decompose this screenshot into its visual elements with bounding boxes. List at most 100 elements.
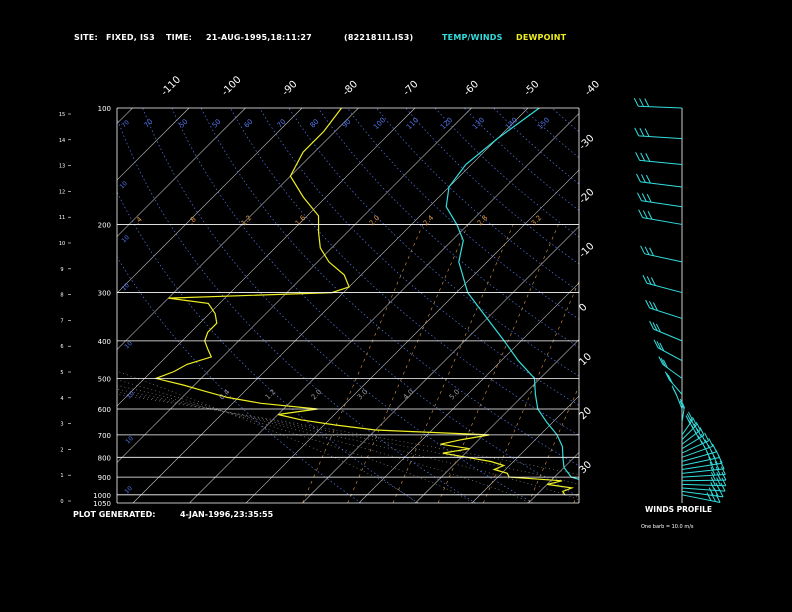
dry-adiabat-side-label: 10 — [118, 180, 128, 190]
pressure-tick-label: 100 — [98, 105, 111, 113]
pressure-tick-label: 1050 — [93, 500, 111, 508]
temp-tick-right: -10 — [577, 241, 596, 260]
mixing-ratio-label: 2.0 — [368, 214, 382, 228]
wind-barb-staff — [649, 307, 683, 319]
wind-barb-flag — [672, 387, 678, 396]
dry-adiabat-line — [522, 108, 579, 159]
wind-barb-staff — [640, 181, 683, 188]
pressure-tick-label: 1000 — [93, 492, 111, 500]
height-tick-label: 4 — [60, 396, 63, 402]
mixing-ratio-label: 2.8 — [476, 214, 490, 228]
wind-barb-flag — [712, 443, 717, 453]
temp-tick-right: 20 — [577, 405, 594, 422]
height-tick-label: 2 — [60, 447, 63, 453]
wind-barb-flag — [708, 438, 714, 447]
height-tick-label: 8 — [60, 293, 63, 299]
height-tick-label: 6 — [60, 344, 63, 350]
dry-adiabat-label: 70 — [276, 118, 288, 130]
dry-adiabat-line — [698, 108, 792, 503]
temp-tick-top: -40 — [583, 79, 602, 98]
dry-adiabat-label: 120 — [439, 116, 454, 131]
isotherm-line — [755, 108, 792, 503]
pressure-tick-label: 700 — [98, 432, 111, 440]
dry-adiabat-label: 60 — [243, 118, 255, 130]
temp-tick-right: -30 — [577, 133, 596, 152]
wind-barb-staff — [681, 451, 717, 462]
wind-barb-flag — [688, 411, 693, 421]
isotherm-line — [117, 108, 472, 463]
dry-adiabat-line — [259, 108, 579, 406]
dry-adiabat-line — [581, 108, 792, 503]
wind-barb-flag — [649, 320, 655, 330]
wind-barb-flag — [645, 299, 651, 309]
wind-barb-staff — [653, 328, 683, 342]
wind-barb-staff — [639, 159, 683, 166]
wind-barb-flag — [645, 153, 651, 162]
moist-adiabat-line — [117, 384, 529, 503]
dry-adiabat-line — [551, 108, 579, 133]
wind-barb-flag — [636, 173, 641, 183]
skewt-chart: 1002003004005006007008009001000105001234… — [0, 74, 792, 508]
wind-barb-flag — [644, 98, 650, 107]
dry-adiabat-line — [171, 108, 579, 498]
wind-barb-flag — [641, 193, 647, 202]
dry-adiabat-line — [728, 108, 792, 503]
plot-area-group — [0, 108, 792, 503]
dry-adiabat-line — [640, 108, 792, 503]
dry-adiabat-side-label: 10 — [123, 485, 133, 495]
dry-adiabat-line — [317, 108, 579, 348]
dry-adiabat-line — [229, 108, 579, 436]
wind-barb-flag — [720, 482, 726, 492]
wind-barb-flag — [647, 211, 653, 220]
wind-barb-staff — [681, 483, 726, 487]
wind-barb-staff — [646, 282, 683, 294]
isotherm-line — [415, 339, 579, 503]
wind-barb-flag — [646, 193, 652, 203]
height-tick-label: 0 — [60, 499, 63, 505]
height-tick-label: 12 — [59, 189, 65, 195]
wind-barb-flag — [639, 98, 644, 107]
wind-barb-flag — [685, 415, 691, 424]
isotherm-line — [117, 108, 246, 237]
isotherm-line — [471, 395, 579, 503]
mixing-ratio-label: 3.2 — [530, 214, 544, 228]
dry-adiabat-line — [117, 256, 362, 503]
height-tick-label: 14 — [59, 138, 65, 144]
isotherm-line — [528, 452, 579, 503]
mixing-ratio-line — [347, 224, 469, 503]
pressure-tick-label: 500 — [98, 375, 111, 383]
moist-adiabat-label: 5.0 — [448, 388, 462, 402]
mixing-ratio-label: 1.6 — [294, 213, 308, 227]
moist-adiabat-label: 2.0 — [310, 388, 324, 402]
dry-adiabat-side-label: 10 — [120, 282, 130, 292]
wind-barb-flag — [699, 427, 705, 436]
pressure-tick-label: 900 — [98, 474, 111, 482]
isotherm-line — [0, 108, 20, 503]
moist-adiabat-line — [117, 388, 579, 501]
wind-barb-flag — [640, 174, 646, 183]
wind-barb-flag — [711, 493, 716, 502]
dry-adiabat-line — [434, 108, 579, 238]
moist-adiabat-label: 3.0 — [356, 388, 370, 402]
wind-barb-flag — [638, 209, 644, 218]
dewpoint-series-line — [153, 108, 575, 496]
isotherm-line — [117, 108, 303, 294]
isotherm-line — [698, 108, 792, 503]
wind-barb-flag — [635, 152, 641, 161]
dry-adiabat-line — [347, 108, 579, 320]
wind-barb-flag — [644, 128, 650, 137]
dry-adiabat-label: 130 — [471, 116, 486, 131]
height-tick-label: 13 — [59, 164, 65, 170]
dry-adiabat-label: 70 — [143, 118, 155, 130]
wind-barb-staff — [638, 105, 683, 109]
height-tick-label: 10 — [59, 241, 65, 247]
mixing-ratio-line — [302, 224, 424, 503]
moist-adiabat-label: 0.4 — [218, 387, 232, 401]
wind-barb-flag — [696, 428, 702, 438]
moist-adiabat-label: 1.2 — [264, 388, 278, 402]
mixing-ratio-label: 2.4 — [422, 213, 436, 227]
dry-adiabat-side-label: 70 — [120, 119, 130, 129]
wind-barb-flag — [642, 210, 648, 219]
moist-adiabat-label: 4.0 — [402, 388, 416, 402]
isotherm-line — [642, 108, 792, 503]
